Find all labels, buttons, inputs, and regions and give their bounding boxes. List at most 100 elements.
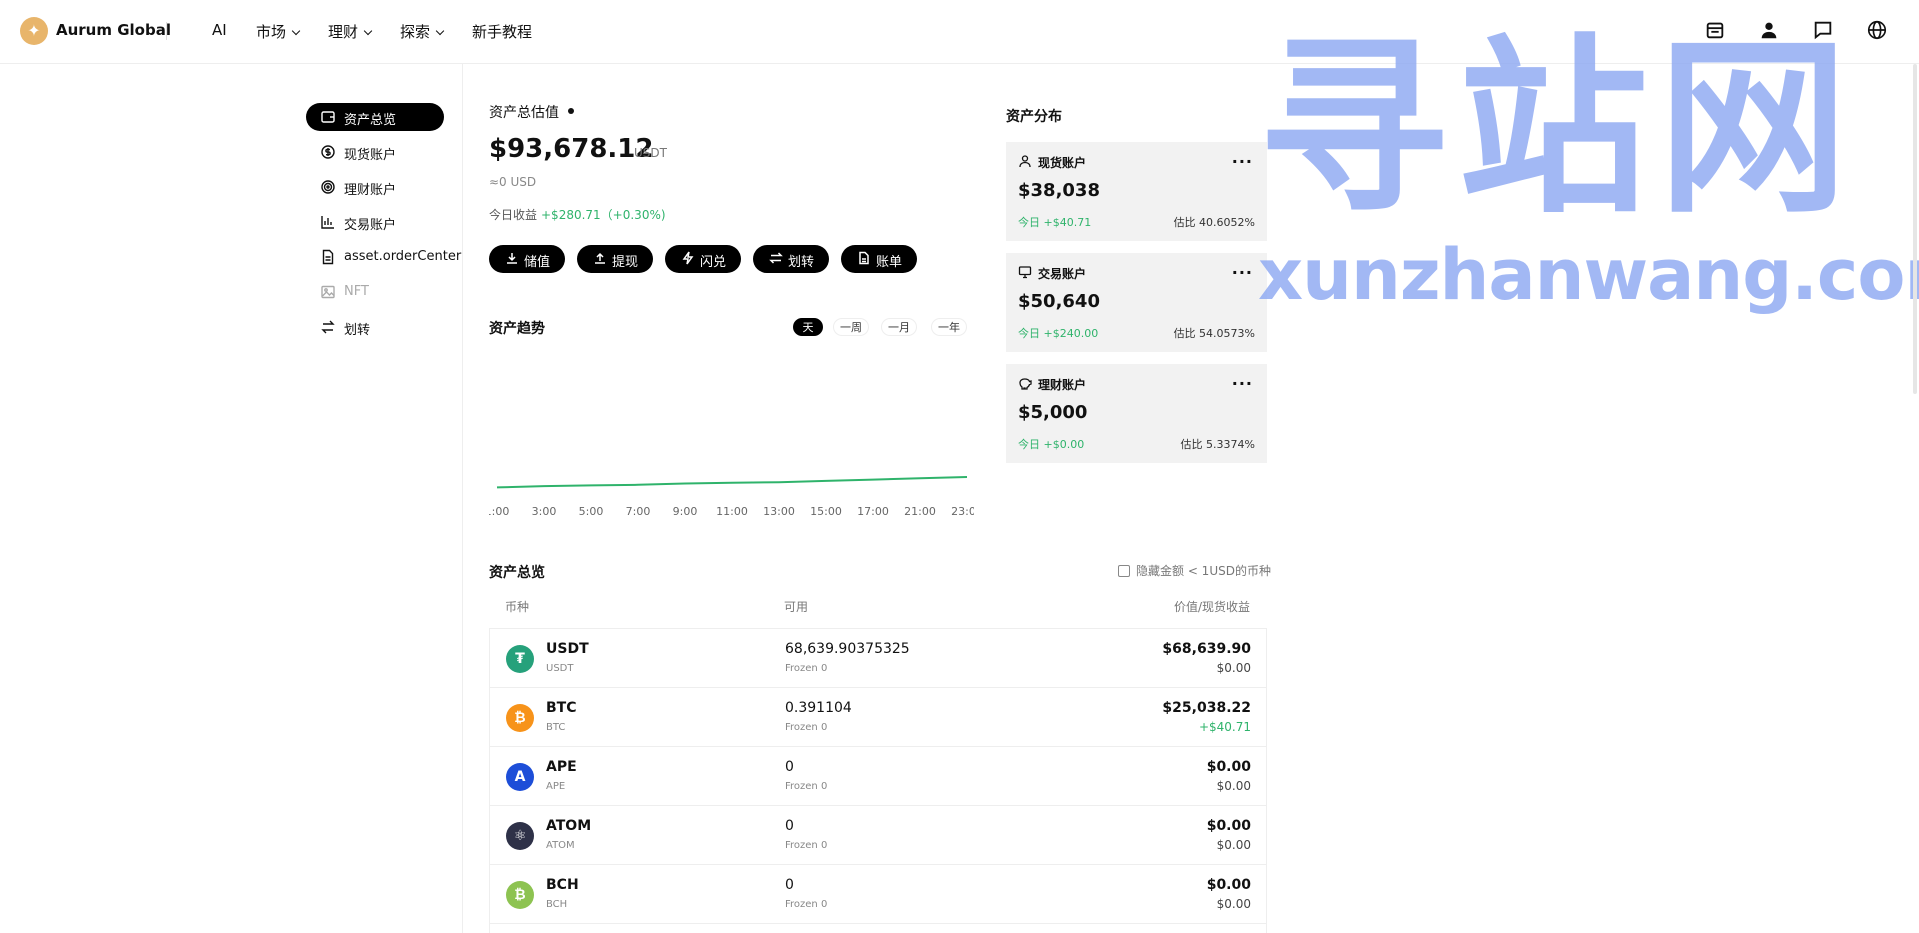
flash-icon	[682, 251, 694, 265]
flash-swap-button[interactable]: 闪兑	[665, 245, 741, 273]
tab-month[interactable]: 一月	[881, 318, 917, 336]
table-row[interactable]: ₮ USDT USDT 68,639.90375325 Frozen 0 $68,639.…	[490, 629, 1266, 688]
available-amount: 68,639.90375325	[785, 641, 910, 657]
table-row[interactable]: ₿ BCH BCH 0 Frozen 0 $0.00 $0.00	[490, 865, 1266, 924]
column-header-coin: 币种	[505, 600, 530, 614]
nav-item-ai[interactable]: AI	[212, 21, 227, 39]
visibility-toggle-icon[interactable]	[568, 108, 574, 114]
asset-trend-svg: 1:00 3:00 5:00 7:00 9:00 11:00 13:00 15:00 17:00…	[485, 476, 983, 518]
today-pnl-value: +$280.71（+0.30%)	[541, 208, 666, 222]
wallet-icon	[321, 111, 335, 123]
bill-button[interactable]: 账单	[841, 245, 917, 273]
coin-name: USDT	[546, 663, 574, 674]
sidebar-item-wealth[interactable]: 理财账户	[306, 173, 444, 201]
coin-name: BCH	[546, 899, 568, 910]
asset-trend-chart: 1:00 3:00 5:00 7:00 9:00 11:00 13:00 15:00 17:00…	[485, 350, 983, 520]
frozen-amount: Frozen 0	[785, 781, 828, 792]
brand-logo-icon[interactable]: ✦	[20, 17, 48, 45]
tab-day[interactable]: 天	[793, 318, 823, 336]
table-row[interactable]: A APE APE 0 Frozen 0 $0.00 $0.00	[490, 747, 1266, 806]
deposit-button[interactable]: 储值	[489, 245, 565, 273]
target-icon	[321, 180, 335, 194]
coin-symbol: USDT	[546, 641, 589, 657]
nav-item-explore[interactable]: 探索	[400, 21, 445, 42]
chevron-down-icon	[435, 26, 445, 36]
coin-logo-icon: ⚛	[506, 822, 534, 850]
nav-item-tutorial[interactable]: 新手教程	[472, 21, 532, 42]
available-amount: 0	[785, 877, 794, 893]
sidebar-item-trading[interactable]: 交易账户	[306, 208, 444, 236]
globe-icon[interactable]	[1866, 19, 1890, 43]
total-valuation-amount: $93,678.12	[489, 134, 654, 164]
asset-value: $68,639.90	[1162, 641, 1251, 657]
table-row[interactable]: ₿ BTC BTC 0.391104 Frozen 0 $25,038.22 +$40.71	[490, 688, 1266, 747]
x-tick-label: 11:00	[716, 505, 748, 518]
distribution-card-trading[interactable]: 交易账户 ... $50,640 今日 +$240.00 估比 54.0573%	[1006, 253, 1267, 352]
tab-week[interactable]: 一周	[833, 318, 869, 336]
scrollbar[interactable]	[1913, 64, 1917, 394]
nav-item-market[interactable]: 市场	[256, 21, 301, 42]
transfer-icon	[321, 320, 335, 334]
x-tick-label: 13:00	[763, 505, 795, 518]
sidebar-item-overview[interactable]: 资产总览	[306, 103, 444, 131]
hide-small-balances-toggle[interactable]: 隐藏金额 < 1USD的币种	[1118, 562, 1271, 579]
chevron-down-icon	[291, 26, 301, 36]
table-row[interactable]: ⚛ ATOM ATOM 0 Frozen 0 $0.00 $0.00	[490, 806, 1266, 865]
document-icon	[322, 249, 334, 265]
x-tick-label: 15:00	[810, 505, 842, 518]
available-amount: 0	[785, 818, 794, 834]
sidebar-item-transfer[interactable]: 划转	[306, 313, 444, 341]
sidebar-item-order-center[interactable]: asset.orderCenter	[306, 243, 461, 271]
brand-divider	[166, 22, 167, 40]
asset-distribution-title: 资产分布	[1006, 109, 1062, 125]
assets-overview-title: 资产总览	[489, 565, 545, 581]
today-pnl-label: 今日收益	[489, 208, 538, 222]
spot-pnl: +$40.71	[1198, 720, 1251, 734]
more-options-icon[interactable]: ...	[1232, 370, 1253, 389]
dollar-icon	[321, 145, 335, 159]
total-valuation-title: 资产总估值	[489, 105, 559, 121]
coin-logo-icon: A	[506, 763, 534, 791]
x-tick-label: 21:00	[904, 505, 936, 518]
monitor-icon	[1018, 266, 1032, 279]
distribution-card-wealth[interactable]: 理财账户 ... $5,000 今日 +$0.00 估比 5.3374%	[1006, 364, 1267, 463]
distribution-card-spot[interactable]: 现货账户 ... $38,038 今日 +$40.71 估比 40.6052%	[1006, 142, 1267, 241]
withdraw-button[interactable]: 提现	[577, 245, 653, 273]
trend-line	[496, 476, 968, 489]
frozen-amount: Frozen 0	[785, 663, 828, 674]
available-amount: 0	[785, 759, 794, 775]
x-tick-label: 23:00	[951, 505, 974, 518]
asset-value: $0.00	[1206, 759, 1251, 775]
asset-value: $0.00	[1206, 818, 1251, 834]
x-tick-label: 17:00	[857, 505, 889, 518]
spot-pnl: $0.00	[1216, 779, 1251, 793]
sidebar-item-nft[interactable]: NFT	[306, 278, 444, 306]
frozen-amount: Frozen 0	[785, 722, 828, 733]
coin-name: ATOM	[546, 840, 575, 851]
spot-pnl: $0.00	[1216, 661, 1251, 675]
checkbox[interactable]	[1118, 565, 1130, 577]
column-header-available: 可用	[784, 600, 809, 614]
spot-pnl: $0.00	[1216, 838, 1251, 852]
brand-name[interactable]: Aurum Global	[56, 21, 171, 39]
available-amount: 0.391104	[785, 700, 852, 716]
more-options-icon[interactable]: ...	[1232, 259, 1253, 278]
tab-year[interactable]: 一年	[931, 318, 967, 336]
more-options-icon[interactable]: ...	[1232, 148, 1253, 167]
transfer-button[interactable]: 划转	[753, 245, 829, 273]
asset-trend-title: 资产趋势	[489, 321, 545, 337]
sidebar-item-spot[interactable]: 现货账户	[306, 138, 444, 166]
upload-icon	[595, 252, 605, 264]
transfer-icon	[769, 252, 783, 264]
coin-symbol: ATOM	[546, 818, 592, 834]
nav-item-wealth[interactable]: 理财	[328, 21, 373, 42]
x-tick-label: 9:00	[673, 505, 698, 518]
coin-logo-icon: ₿	[506, 704, 534, 732]
download-icon	[507, 253, 517, 264]
bar-chart-icon	[321, 216, 334, 229]
total-valuation-unit: USDT	[634, 146, 667, 160]
chevron-down-icon	[363, 26, 373, 36]
user-icon	[1019, 155, 1031, 168]
coin-logo-icon: ₮	[506, 645, 534, 673]
column-header-value: 价值/现货收益	[1174, 600, 1251, 614]
